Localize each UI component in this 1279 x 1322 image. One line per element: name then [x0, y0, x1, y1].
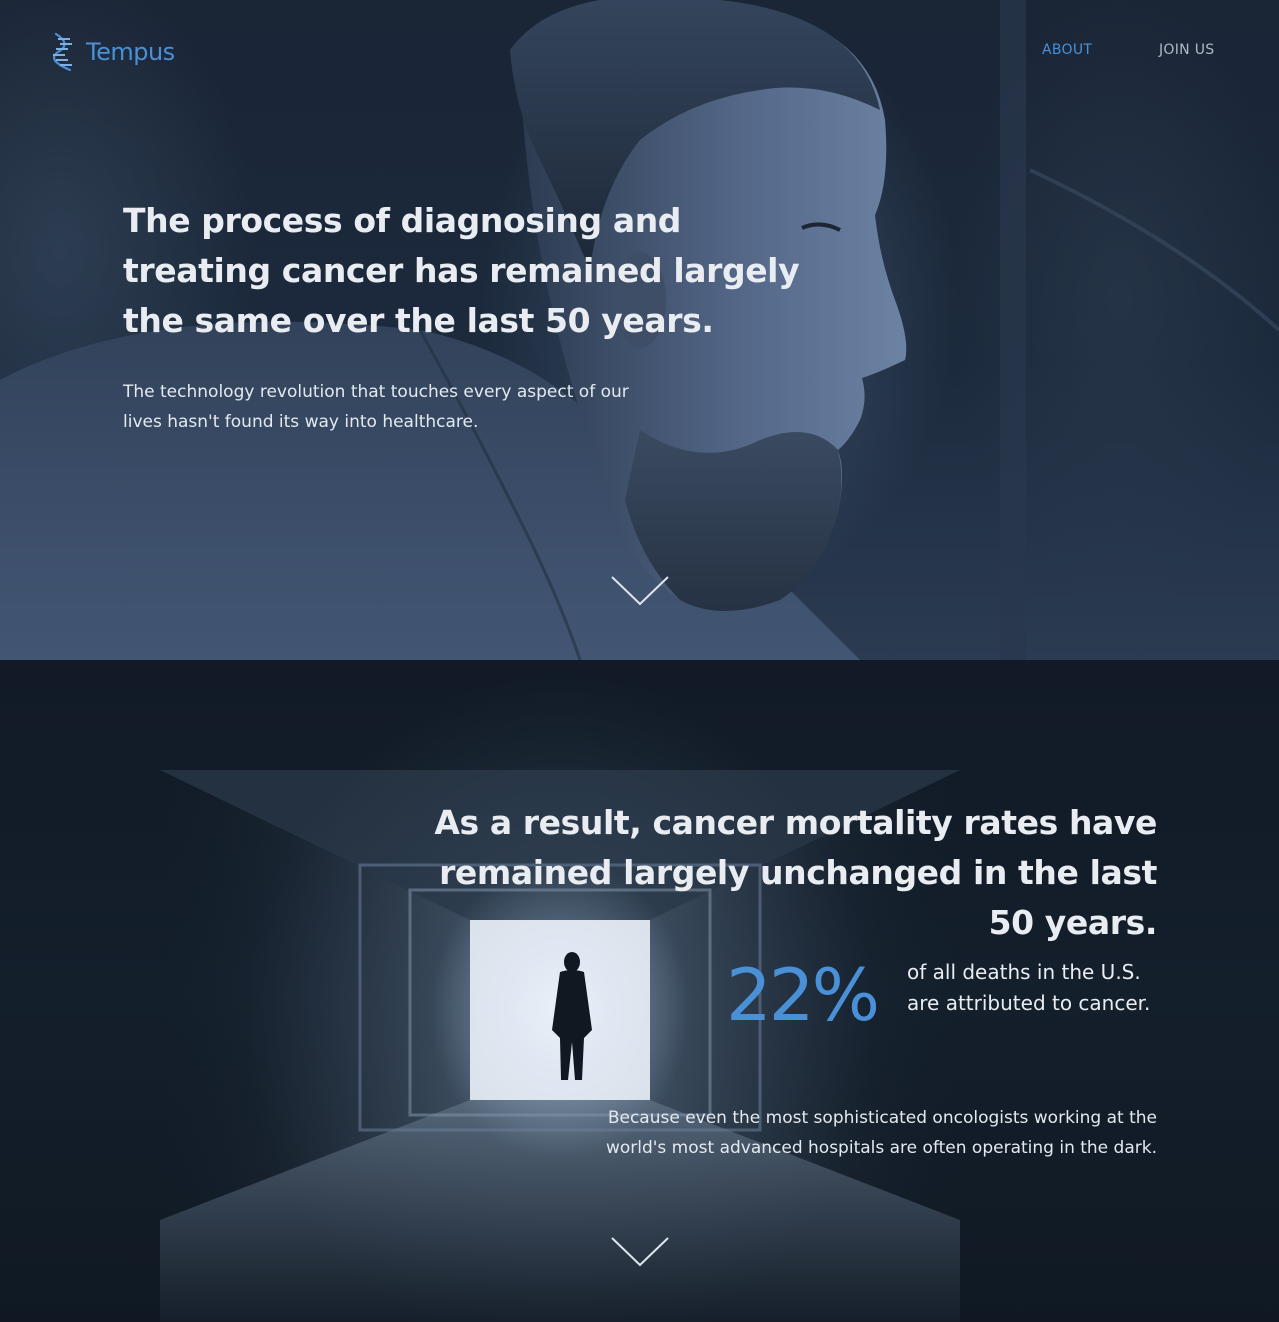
mortality-heading: As a result, cancer mortality rates have…	[434, 803, 1157, 942]
mortality-section: As a result, cancer mortality rates have…	[0, 660, 1279, 1322]
dna-helix-icon	[52, 32, 72, 72]
brand-name: Tempus	[86, 38, 175, 66]
nav-about-link[interactable]: ABOUT	[1042, 41, 1092, 59]
mortality-stat: 22% of all deaths in the U.S. are attrib…	[726, 952, 1166, 1052]
hero-heading: The process of diagnosing and treating c…	[123, 201, 800, 340]
hero-section: Tempus ABOUT JOIN US The process of diag…	[0, 0, 1279, 660]
top-navigation: Tempus ABOUT JOIN US	[0, 0, 1279, 100]
stat-description: of all deaths in the U.S. are attributed…	[907, 960, 1151, 1015]
hero-subheading: The technology revolution that touches e…	[123, 382, 629, 432]
nav-join-us-link[interactable]: JOIN US	[1159, 41, 1214, 59]
chevron-down-icon[interactable]	[610, 1236, 670, 1268]
chevron-down-icon[interactable]	[610, 575, 670, 607]
tempus-logo[interactable]: Tempus	[50, 30, 175, 74]
mortality-body: Because even the most sophisticated onco…	[605, 1108, 1157, 1158]
stat-percentage: 22%	[726, 953, 880, 1037]
